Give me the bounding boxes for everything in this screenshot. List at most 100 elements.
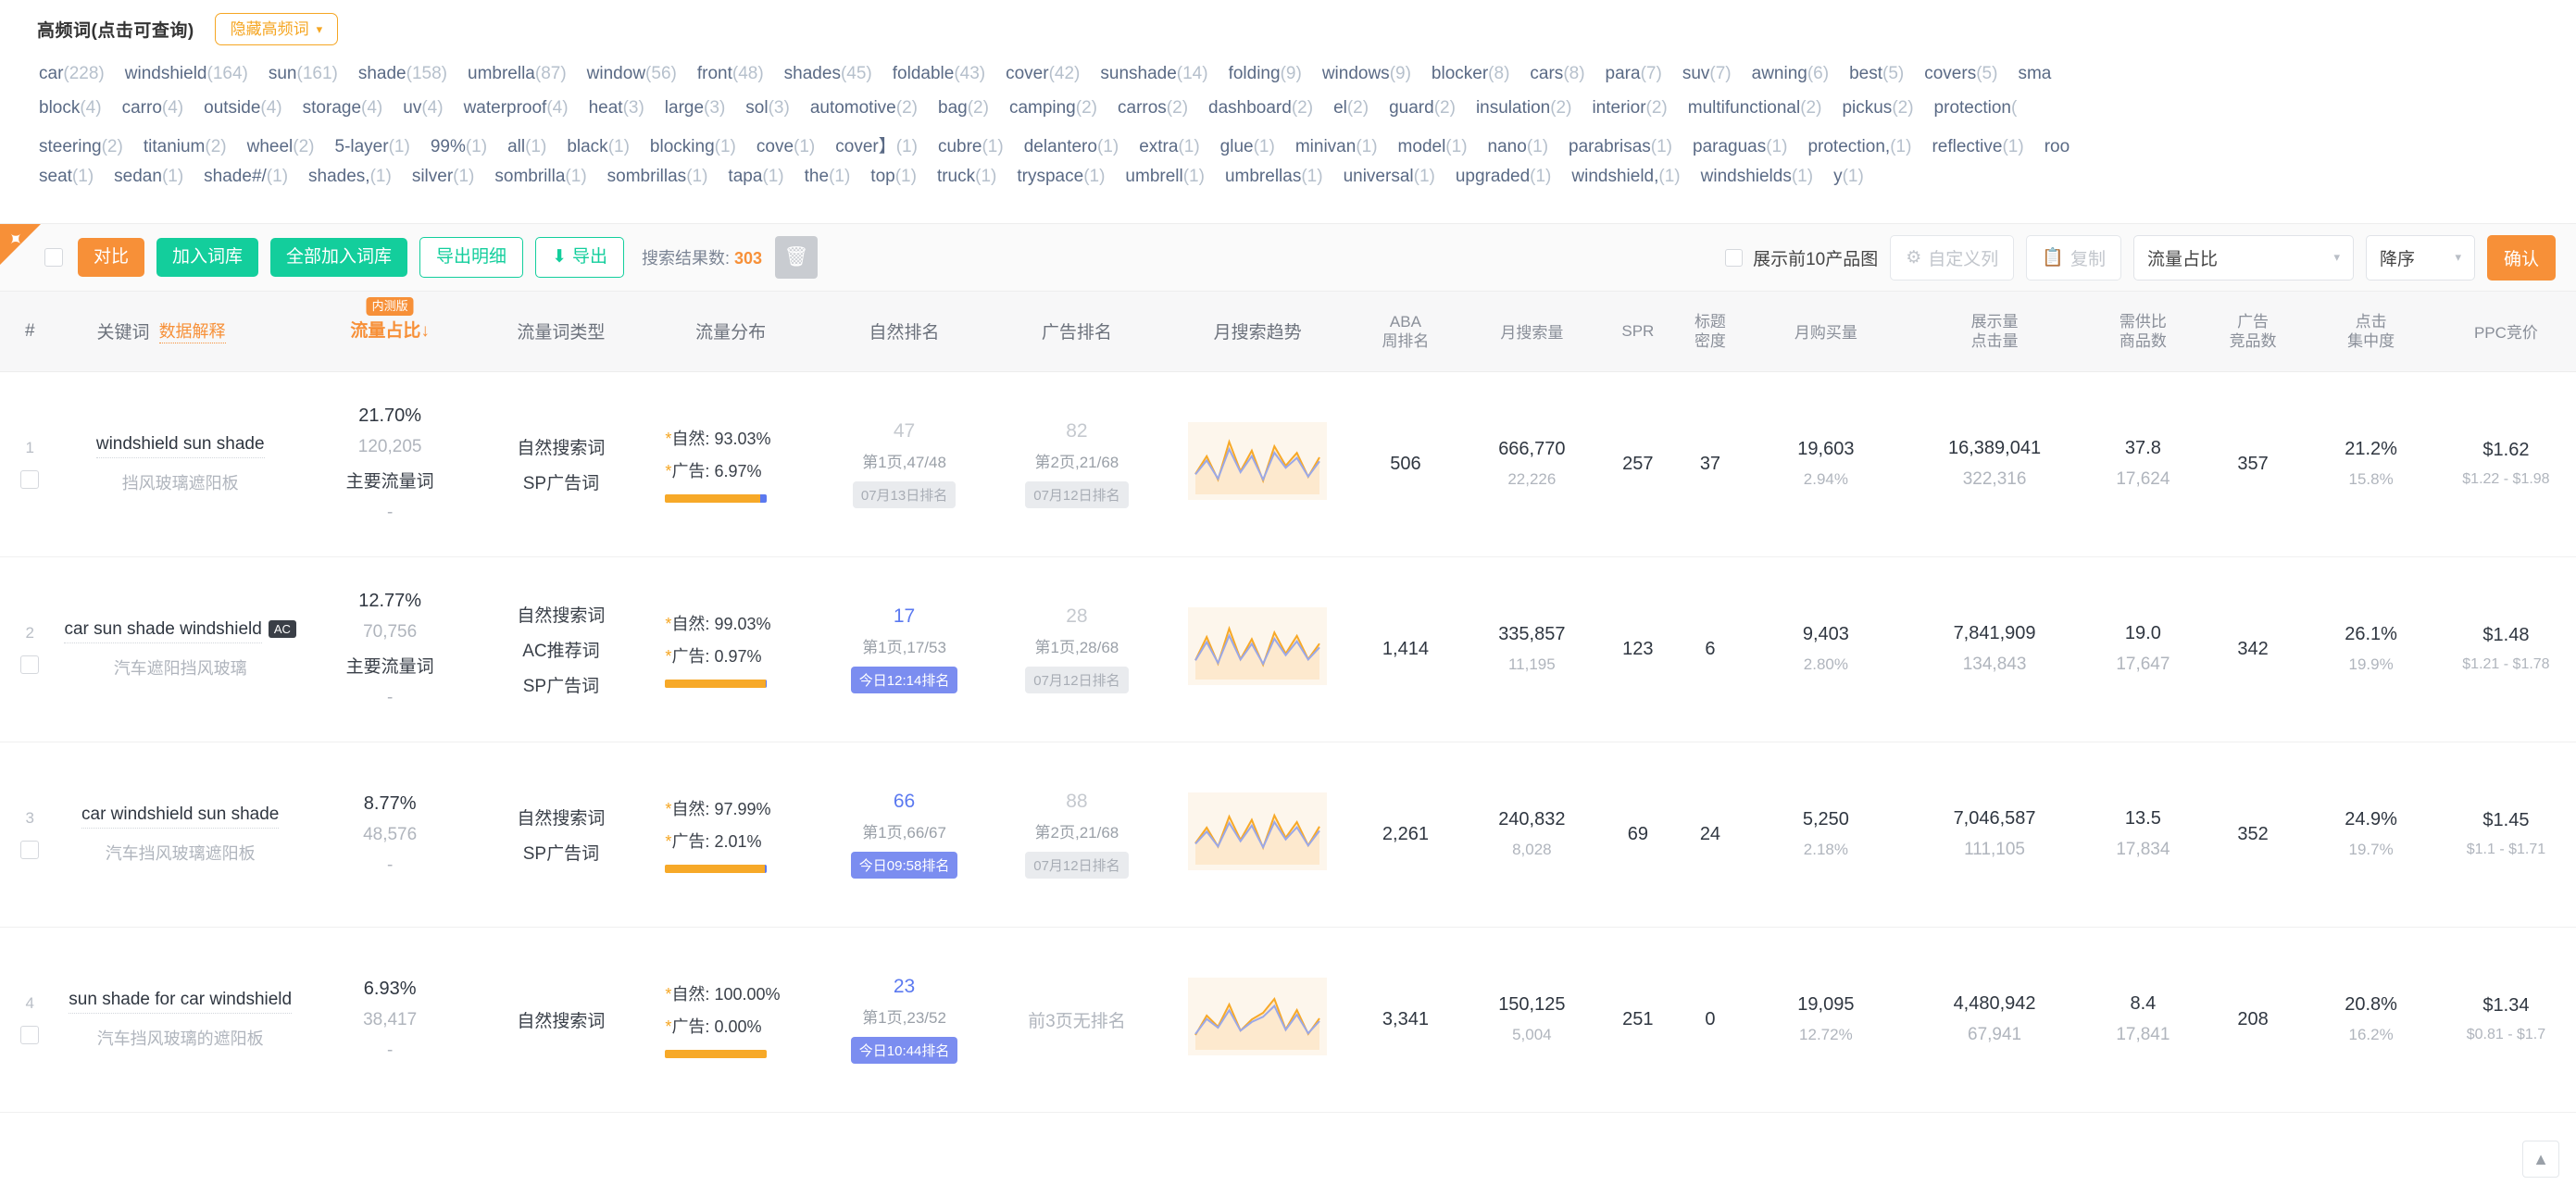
high-frequency-tag[interactable]: multifunctional(2): [1688, 98, 1822, 118]
high-frequency-tag[interactable]: sma: [2018, 64, 2051, 84]
high-frequency-tag[interactable]: blocker(8): [1432, 64, 1509, 84]
high-frequency-tag[interactable]: blocking(1): [650, 137, 736, 157]
table-row[interactable]: 3 car windshield sun shade 汽车挡风玻璃遮阳板 8.77% 4…: [0, 742, 2576, 928]
high-frequency-tag[interactable]: model(1): [1398, 137, 1468, 157]
high-frequency-tag[interactable]: sedan(1): [114, 167, 183, 187]
table-row[interactable]: 2 car sun shade windshield AC 汽车遮阳挡风玻璃 12.77…: [0, 556, 2576, 742]
high-frequency-tag[interactable]: umbrell(1): [1125, 167, 1205, 187]
high-frequency-tag[interactable]: bag(2): [938, 98, 989, 118]
table-row[interactable]: 1 windshield sun shade 挡风玻璃遮阳板 21.70% 120,20…: [0, 371, 2576, 557]
high-frequency-tag[interactable]: tapa(1): [728, 167, 783, 187]
data-explanation-link[interactable]: 数据解释: [158, 318, 226, 344]
high-frequency-tag[interactable]: carro(4): [122, 98, 184, 118]
high-frequency-tag[interactable]: guard(2): [1389, 98, 1456, 118]
high-frequency-tag[interactable]: silver(1): [412, 167, 475, 187]
high-frequency-tag[interactable]: pickus(2): [1842, 98, 1913, 118]
high-frequency-tag[interactable]: sombrillas(1): [607, 167, 708, 187]
high-frequency-tag[interactable]: 99%(1): [431, 137, 487, 157]
col-traffic-share[interactable]: 内测版 流量占比↓: [300, 292, 480, 372]
keyword-text[interactable]: sun shade for car windshield: [69, 990, 293, 1014]
row-checkbox[interactable]: [20, 470, 40, 489]
high-frequency-tag[interactable]: upgraded(1): [1456, 167, 1552, 187]
copy-button[interactable]: 📋 复制: [2026, 234, 2121, 281]
high-frequency-tag[interactable]: windshields(1): [1701, 167, 1813, 187]
high-frequency-tag[interactable]: sunshade(14): [1100, 64, 1207, 84]
high-frequency-tag[interactable]: shade#/(1): [204, 167, 288, 187]
high-frequency-tag[interactable]: sun(161): [269, 64, 338, 84]
high-frequency-tag[interactable]: automotive(2): [810, 98, 918, 118]
high-frequency-tag[interactable]: umbrella(87): [468, 64, 567, 84]
compare-button[interactable]: 对比: [78, 237, 145, 278]
high-frequency-tag[interactable]: cars(8): [1530, 64, 1584, 84]
high-frequency-tag[interactable]: minivan(1): [1295, 137, 1378, 157]
high-frequency-tag[interactable]: cover】(1): [835, 132, 918, 157]
export-detail-button[interactable]: 导出明细: [419, 236, 524, 279]
high-frequency-tag[interactable]: paraguas(1): [1693, 137, 1787, 157]
high-frequency-tag[interactable]: sol(3): [745, 98, 790, 118]
high-frequency-tag[interactable]: folding(9): [1229, 64, 1302, 84]
high-frequency-tag[interactable]: shades(45): [784, 64, 872, 84]
high-frequency-tag[interactable]: y(1): [1833, 167, 1864, 187]
high-frequency-tag[interactable]: dashboard(2): [1208, 98, 1313, 118]
high-frequency-tag[interactable]: insulation(2): [1476, 98, 1572, 118]
high-frequency-tag[interactable]: waterproof(4): [464, 98, 569, 118]
high-frequency-tag[interactable]: wheel(2): [247, 137, 315, 157]
high-frequency-tag[interactable]: cover(42): [1006, 64, 1080, 84]
high-frequency-tag[interactable]: block(4): [39, 98, 102, 118]
table-row[interactable]: 4 sun shade for car windshield 汽车挡风玻璃的遮阳板 6…: [0, 927, 2576, 1113]
high-frequency-tag[interactable]: windshield(164): [125, 64, 248, 84]
sort-order-select[interactable]: 降序 ▾: [2365, 234, 2475, 281]
add-all-to-library-button[interactable]: 全部加入词库: [270, 237, 408, 278]
high-frequency-tag[interactable]: shades,(1): [308, 167, 392, 187]
high-frequency-tag[interactable]: uv(4): [403, 98, 443, 118]
export-button[interactable]: ⬇ 导出: [535, 236, 624, 279]
high-frequency-tag[interactable]: el(2): [1333, 98, 1369, 118]
high-frequency-tag[interactable]: seat(1): [39, 167, 94, 187]
high-frequency-tag[interactable]: windshield,(1): [1571, 167, 1680, 187]
high-frequency-tag[interactable]: outside(4): [204, 98, 282, 118]
high-frequency-tag[interactable]: camping(2): [1009, 98, 1097, 118]
high-frequency-tag[interactable]: titanium(2): [144, 137, 227, 157]
custom-columns-button[interactable]: ⚙ 自定义列: [1890, 234, 2015, 281]
high-frequency-tag[interactable]: interior(2): [1592, 98, 1667, 118]
show-top10-products-checkbox[interactable]: 展示前10产品图: [1725, 245, 1878, 270]
high-frequency-tag[interactable]: parabrisas(1): [1569, 137, 1672, 157]
high-frequency-tag[interactable]: cubre(1): [938, 137, 1004, 157]
high-frequency-tag[interactable]: shade(158): [358, 64, 447, 84]
high-frequency-tag[interactable]: sombrilla(1): [494, 167, 586, 187]
high-frequency-tag[interactable]: 5-layer(1): [335, 137, 410, 157]
high-frequency-tag[interactable]: cove(1): [757, 137, 815, 157]
high-frequency-tag[interactable]: window(56): [587, 64, 677, 84]
high-frequency-tag[interactable]: para(7): [1606, 64, 1662, 84]
hide-high-frequency-toggle[interactable]: 隐藏高频词 ▾: [214, 13, 339, 45]
delete-button[interactable]: 🗑: [775, 236, 819, 279]
high-frequency-tag[interactable]: suv(7): [1682, 64, 1732, 84]
high-frequency-tag[interactable]: protection,(1): [1807, 137, 1911, 157]
high-frequency-tag[interactable]: all(1): [507, 137, 546, 157]
high-frequency-tag[interactable]: front(48): [697, 64, 764, 84]
row-checkbox[interactable]: [20, 841, 40, 859]
high-frequency-tag[interactable]: truck(1): [937, 167, 996, 187]
high-frequency-tag[interactable]: roo: [2045, 137, 2070, 157]
high-frequency-tag[interactable]: tryspace(1): [1017, 167, 1105, 187]
high-frequency-tag[interactable]: delantero(1): [1024, 137, 1119, 157]
high-frequency-tag[interactable]: top(1): [870, 167, 917, 187]
scroll-to-top-button[interactable]: ▲: [2522, 1141, 2559, 1178]
confirm-button[interactable]: 确认: [2486, 234, 2556, 281]
high-frequency-tag[interactable]: covers(5): [1924, 64, 1997, 84]
high-frequency-tag[interactable]: black(1): [567, 137, 630, 157]
high-frequency-tag[interactable]: glue(1): [1220, 137, 1275, 157]
high-frequency-tag[interactable]: windows(9): [1322, 64, 1411, 84]
high-frequency-tag[interactable]: storage(4): [303, 98, 383, 118]
select-all-checkbox[interactable]: [44, 248, 63, 267]
high-frequency-tag[interactable]: protection(: [1934, 98, 2018, 118]
high-frequency-tag[interactable]: nano(1): [1488, 137, 1549, 157]
add-to-library-button[interactable]: 加入词库: [156, 237, 259, 278]
high-frequency-tag[interactable]: large(3): [665, 98, 725, 118]
high-frequency-tag[interactable]: the(1): [805, 167, 851, 187]
high-frequency-tag[interactable]: carros(2): [1118, 98, 1188, 118]
high-frequency-tag[interactable]: heat(3): [589, 98, 644, 118]
high-frequency-tag[interactable]: reflective(1): [1932, 137, 2023, 157]
high-frequency-tag[interactable]: steering(2): [39, 137, 123, 157]
high-frequency-tag[interactable]: awning(6): [1752, 64, 1829, 84]
